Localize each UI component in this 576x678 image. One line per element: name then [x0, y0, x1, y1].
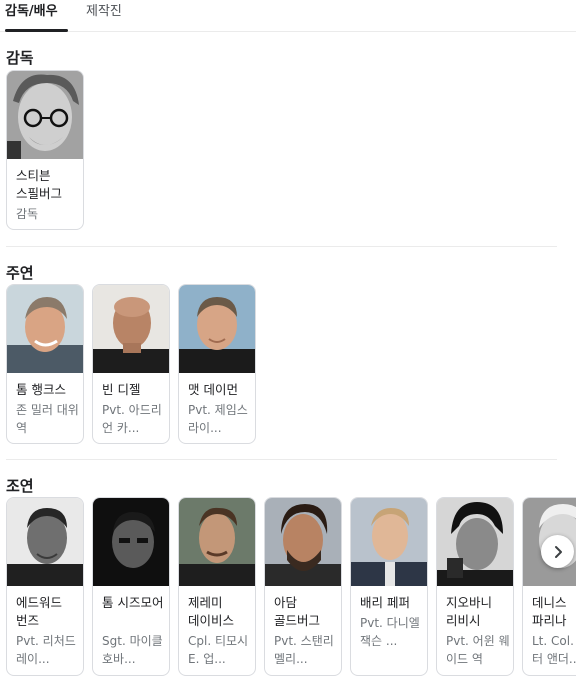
person-name: 빈 디젤 [102, 382, 141, 397]
person-role: Pvt. 리처드 레이... [16, 634, 76, 666]
person-photo [179, 498, 255, 586]
person-card-supporting-6[interactable]: 지오바니 리비시 Pvt. 어윈 웨이드 역 [436, 497, 514, 676]
person-card-supporting-4[interactable]: 아담 골드버그 Pvt. 스탠리 멜리... [264, 497, 342, 676]
person-name: 아담 골드버그 [274, 595, 321, 628]
person-card-supporting-3[interactable]: 제레미 데이비스 Cpl. 티모시 E. 업... [178, 497, 256, 676]
person-name: 맷 데이먼 [188, 382, 238, 397]
person-card-supporting-1[interactable]: 에드워드 번즈 Pvt. 리처드 레이... [6, 497, 84, 676]
section-divider [6, 246, 557, 247]
person-role: Pvt. 다니엘 잭슨 ... [360, 616, 420, 648]
tab-bar: 감독/배우 제작진 [0, 0, 576, 32]
person-role: Pvt. 아드리언 카... [102, 403, 162, 435]
section-title-lead: 주연 [6, 264, 34, 282]
person-card-lead-2[interactable]: 빈 디젤 Pvt. 아드리언 카... [92, 284, 170, 444]
person-name: 지오바니 리비시 [446, 595, 493, 628]
person-photo [7, 285, 83, 373]
person-photo [265, 498, 341, 586]
person-photo [437, 498, 513, 586]
person-photo [7, 498, 83, 586]
person-role: Pvt. 제임스 라이... [188, 403, 248, 435]
person-card-lead-1[interactable]: 톰 행크스 존 밀러 대위 역 [6, 284, 84, 444]
person-photo [7, 71, 83, 159]
person-card-lead-3[interactable]: 맷 데이먼 Pvt. 제임스 라이... [178, 284, 256, 444]
active-tab-indicator [5, 29, 68, 32]
person-name: 스티븐 스필버그 [16, 168, 63, 201]
person-name: 에드워드 번즈 [16, 595, 63, 628]
chevron-right-icon [550, 544, 566, 560]
person-name: 제레미 데이비스 [188, 595, 235, 628]
person-photo [351, 498, 427, 586]
section-title-director: 감독 [6, 49, 34, 67]
person-role: Sgt. 마이클 호바... [102, 634, 163, 666]
person-role: 감독 [16, 207, 39, 221]
person-photo [179, 285, 255, 373]
person-role: Pvt. 스탠리 멜리... [274, 634, 334, 666]
person-role: Pvt. 어윈 웨이드 역 [446, 634, 510, 666]
person-photo [93, 498, 169, 586]
person-card-supporting-2[interactable]: 톰 시즈모어 Sgt. 마이클 호바... [92, 497, 170, 676]
section-title-supporting: 조연 [6, 477, 34, 495]
next-button[interactable] [541, 535, 574, 568]
person-role: Cpl. 티모시 E. 업... [188, 634, 249, 666]
person-card-supporting-5[interactable]: 배리 페퍼 Pvt. 다니엘 잭슨 ... [350, 497, 428, 676]
tab-cast-crew[interactable]: 감독/배우 [5, 3, 58, 21]
person-card-director[interactable]: 스티븐 스필버그 감독 [6, 70, 84, 230]
person-role: 존 밀러 대위 역 [16, 403, 79, 435]
person-photo [93, 285, 169, 373]
person-name: 톰 행크스 [16, 382, 66, 397]
person-name: 데니스 파리나 [532, 595, 567, 628]
section-divider [6, 459, 557, 460]
person-name: 톰 시즈모어 [102, 595, 164, 610]
person-card-supporting-7[interactable]: 데니스 파리나 Lt. Col. 월터 앤더... [522, 497, 576, 676]
person-role: Lt. Col. 월터 앤더... [532, 634, 576, 666]
tab-production[interactable]: 제작진 [86, 3, 122, 21]
person-name: 배리 페퍼 [360, 595, 410, 610]
